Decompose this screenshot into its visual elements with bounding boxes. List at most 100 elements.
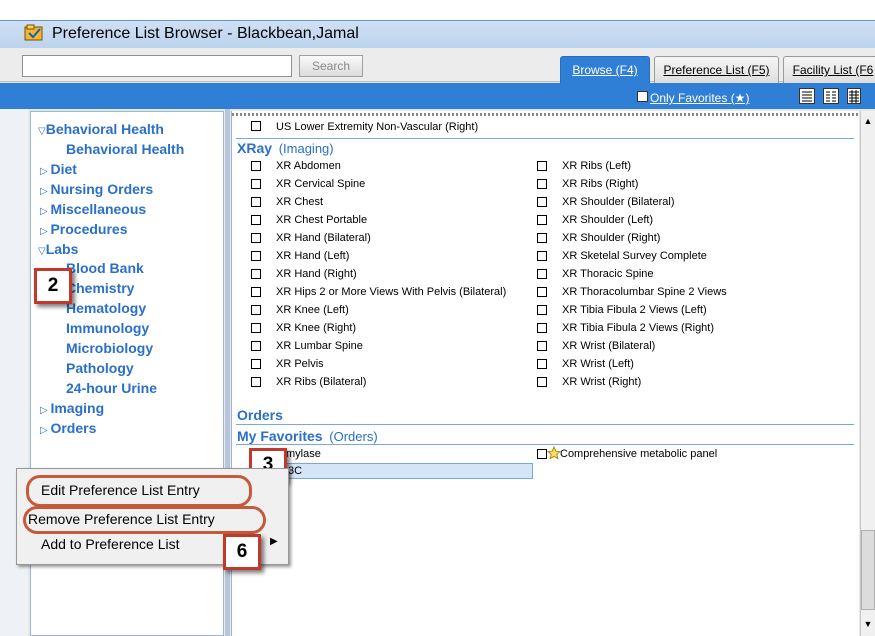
- tab-facility-list[interactable]: Facility List (F6: [783, 56, 875, 83]
- tab-browse[interactable]: Browse (F4): [560, 56, 650, 83]
- list-item[interactable]: US Lower Extremity Non-Vascular (Right): [276, 121, 478, 133]
- checkbox[interactable]: [537, 287, 547, 297]
- tree-item-procedures[interactable]: ▷ Procedures: [40, 221, 128, 237]
- checkbox[interactable]: [537, 269, 547, 279]
- xray-item[interactable]: XR Wrist (Bilateral): [562, 340, 655, 352]
- xray-item[interactable]: XR Ribs (Bilateral): [276, 376, 366, 388]
- checkbox[interactable]: [251, 359, 261, 369]
- section-header-xray: XRay (Imaging): [237, 140, 334, 156]
- tree-item-microbiology[interactable]: Microbiology: [66, 340, 153, 356]
- tree-item-nursing-orders[interactable]: ▷ Nursing Orders: [40, 181, 153, 197]
- collapsed-arrow-icon: ▷: [40, 425, 51, 436]
- tree-item-behavioral-health[interactable]: ▽Behavioral Health: [38, 121, 164, 137]
- search-button[interactable]: Search: [299, 55, 363, 77]
- checkbox[interactable]: [251, 305, 261, 315]
- tree-item-orders[interactable]: ▷ Orders: [40, 420, 96, 436]
- checkbox[interactable]: [537, 359, 547, 369]
- tree-item-behavioral-health-child[interactable]: Behavioral Health: [66, 141, 184, 157]
- xray-item[interactable]: XR Thoracolumbar Spine 2 Views: [562, 286, 727, 298]
- collapsed-arrow-icon: ▷: [40, 166, 51, 177]
- tree-item-pathology[interactable]: Pathology: [66, 360, 134, 376]
- tree-item-labs[interactable]: ▽Labs: [38, 241, 78, 257]
- only-favorites-label[interactable]: Only Favorites (★): [650, 91, 749, 105]
- checkbox[interactable]: [251, 377, 261, 387]
- window-title: Preference List Browser - Blackbean,Jama…: [52, 25, 359, 42]
- xray-item[interactable]: XR Lumbar Spine: [276, 340, 363, 352]
- xray-item[interactable]: XR Tibia Fibula 2 Views (Right): [562, 322, 714, 334]
- favorite-item-cmp[interactable]: Comprehensive metabolic panel: [560, 448, 717, 460]
- checkbox[interactable]: [537, 215, 547, 225]
- xray-item[interactable]: XR Hips 2 or More Views With Pelvis (Bil…: [276, 286, 506, 298]
- xray-item[interactable]: XR Hand (Bilateral): [276, 232, 371, 244]
- clipped-row-edge: [232, 113, 858, 116]
- favorite-item-amylase[interactable]: mylase: [286, 448, 321, 460]
- scroll-thumb[interactable]: [861, 530, 875, 610]
- search-input[interactable]: [22, 55, 292, 77]
- checkbox[interactable]: [251, 233, 261, 243]
- tree-item-24-hour-urine[interactable]: 24-hour Urine: [66, 380, 157, 396]
- checkbox[interactable]: [251, 269, 261, 279]
- xray-item[interactable]: XR Chest: [276, 196, 323, 208]
- tree-item-hematology[interactable]: Hematology: [66, 300, 146, 316]
- xray-item[interactable]: XR Cervical Spine: [276, 178, 365, 190]
- tree-item-immunology[interactable]: Immunology: [66, 320, 149, 336]
- xray-item[interactable]: XR Hand (Left): [276, 250, 349, 262]
- checkbox[interactable]: [537, 233, 547, 243]
- xray-item[interactable]: XR Tibia Fibula 2 Views (Left): [562, 304, 707, 316]
- xray-item[interactable]: XR Wrist (Left): [562, 358, 634, 370]
- tree-item-blood-bank[interactable]: Blood Bank: [66, 260, 144, 276]
- tree-item-imaging[interactable]: ▷ Imaging: [40, 400, 104, 416]
- xray-item[interactable]: XR Wrist (Right): [562, 376, 641, 388]
- xray-item[interactable]: XR Knee (Right): [276, 322, 356, 334]
- only-favorites-checkbox[interactable]: [637, 91, 648, 102]
- scroll-up-icon[interactable]: ▲: [861, 114, 875, 128]
- checkbox[interactable]: [537, 323, 547, 333]
- xray-item[interactable]: XR Sketelal Survey Complete: [562, 250, 707, 262]
- tab-preference-list[interactable]: Preference List (F5): [654, 56, 779, 83]
- checkbox[interactable]: [537, 161, 547, 171]
- menu-item-edit-preference-list-entry[interactable]: Edit Preference List Entry: [41, 482, 200, 498]
- menu-item-remove-preference-list-entry[interactable]: Remove Preference List Entry: [28, 511, 215, 527]
- xray-item[interactable]: XR Thoracic Spine: [562, 268, 654, 280]
- xray-item[interactable]: XR Shoulder (Left): [562, 214, 653, 226]
- top-strip: [0, 0, 875, 22]
- tree-item-miscellaneous[interactable]: ▷ Miscellaneous: [40, 201, 146, 217]
- checkbox[interactable]: [537, 341, 547, 351]
- xray-item[interactable]: XR Chest Portable: [276, 214, 367, 226]
- xray-item[interactable]: XR Pelvis: [276, 358, 324, 370]
- section-header-my-favorites: My Favorites (Orders): [237, 428, 378, 444]
- scroll-down-icon[interactable]: ▼: [861, 617, 875, 631]
- xray-item[interactable]: XR Shoulder (Bilateral): [562, 196, 675, 208]
- xray-item[interactable]: XR Ribs (Right): [562, 178, 638, 190]
- favorite-item-cbc[interactable]: 3C: [288, 465, 302, 477]
- checkbox[interactable]: [537, 179, 547, 189]
- checkbox[interactable]: [537, 377, 547, 387]
- checkbox[interactable]: [251, 341, 261, 351]
- checkbox[interactable]: [537, 449, 547, 459]
- checkbox[interactable]: [537, 305, 547, 315]
- checkbox[interactable]: [251, 197, 261, 207]
- xray-item[interactable]: XR Hand (Right): [276, 268, 357, 280]
- checkbox[interactable]: [251, 323, 261, 333]
- checkbox[interactable]: [251, 215, 261, 225]
- grid-view-icon[interactable]: [847, 88, 861, 104]
- menu-item-add-to-preference-list[interactable]: Add to Preference List: [41, 536, 180, 552]
- tree-item-chemistry[interactable]: Chemistry: [66, 280, 134, 296]
- checkbox[interactable]: [251, 287, 261, 297]
- expanded-arrow-icon: ▽: [38, 246, 46, 257]
- checkbox[interactable]: [537, 197, 547, 207]
- app-icon: [24, 24, 44, 42]
- checkbox[interactable]: [537, 251, 547, 261]
- checkbox[interactable]: [251, 251, 261, 261]
- column-view-icon[interactable]: [823, 88, 839, 104]
- checkbox[interactable]: [251, 121, 261, 131]
- list-view-icon[interactable]: [799, 88, 815, 104]
- xray-item[interactable]: XR Ribs (Left): [562, 160, 631, 172]
- xray-item[interactable]: XR Abdomen: [276, 160, 341, 172]
- xray-item[interactable]: XR Shoulder (Right): [562, 232, 660, 244]
- favorite-star-icon[interactable]: [546, 445, 562, 460]
- xray-item[interactable]: XR Knee (Left): [276, 304, 349, 316]
- checkbox[interactable]: [251, 161, 261, 171]
- tree-item-diet[interactable]: ▷ Diet: [40, 161, 77, 177]
- checkbox[interactable]: [251, 179, 261, 189]
